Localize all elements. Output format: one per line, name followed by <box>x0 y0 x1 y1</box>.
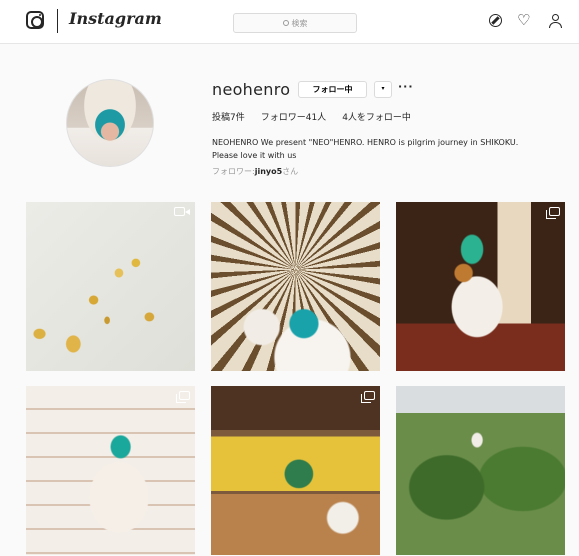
search-input[interactable]: 検索 <box>233 13 357 33</box>
more-options-icon[interactable]: ··· <box>398 80 414 93</box>
following-count[interactable]: 4人をフォロー中 <box>342 110 411 123</box>
posts-count: 投稿7件 <box>212 113 245 123</box>
bio-line-2: Please love it with us <box>212 151 297 160</box>
multiple-photos-icon <box>361 391 375 403</box>
followed-by-prefix: フォロワー: <box>212 167 255 176</box>
post-thumbnail-1[interactable] <box>26 202 195 371</box>
video-badge-icon <box>174 207 185 216</box>
profile-stats: 投稿7件 フォロワー41人 4人をフォロー中 <box>212 110 411 123</box>
instagram-glyph-icon[interactable] <box>26 11 44 29</box>
profile-avatar[interactable] <box>66 79 154 167</box>
post-thumbnail-5[interactable] <box>211 386 380 555</box>
search-icon <box>282 20 289 26</box>
profile-bio: NEOHENRO We present "NEO"HENRO. HENRO is… <box>212 136 572 162</box>
bio-line-1: NEOHENRO We present "NEO"HENRO. HENRO is… <box>212 138 519 147</box>
post-thumbnail-6[interactable] <box>396 386 565 555</box>
post-thumbnail-2[interactable] <box>211 202 380 371</box>
top-navigation-bar: Instagram 検索 ♡ <box>0 0 579 44</box>
followed-by-user-link[interactable]: jinyo5 <box>255 167 282 176</box>
multiple-photos-icon <box>176 391 190 403</box>
following-button[interactable]: フォロー中 <box>298 81 367 98</box>
profile-username: neohenro <box>212 80 291 99</box>
post-thumbnail-4[interactable] <box>26 386 195 555</box>
logo-divider <box>57 9 58 33</box>
suggestions-dropdown-button[interactable]: ▾ <box>374 81 392 98</box>
instagram-wordmark[interactable]: Instagram <box>69 9 162 28</box>
explore-compass-icon[interactable] <box>488 13 504 29</box>
profile-icon[interactable] <box>548 13 564 29</box>
followers-count[interactable]: フォロワー41人 <box>261 110 326 123</box>
followed-by: フォロワー:jinyo5さん <box>212 166 298 177</box>
heart-icon[interactable]: ♡ <box>517 12 533 29</box>
search-placeholder: 検索 <box>291 18 308 28</box>
followed-by-suffix: さん <box>282 167 299 176</box>
post-thumbnail-3[interactable] <box>396 202 565 371</box>
multiple-photos-icon <box>546 207 560 219</box>
